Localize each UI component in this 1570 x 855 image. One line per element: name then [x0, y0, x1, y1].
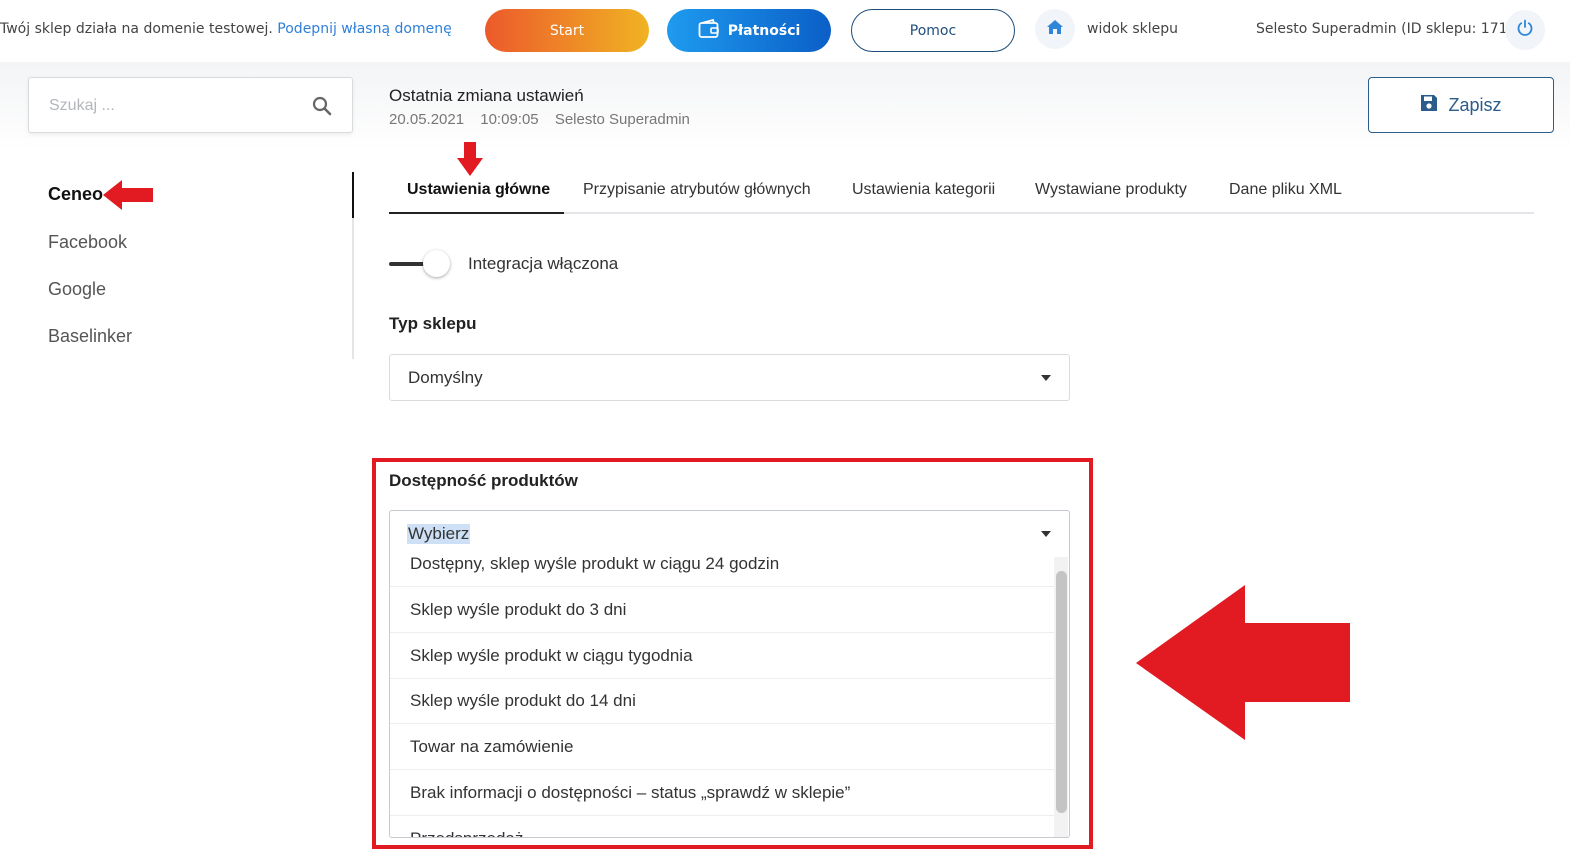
user-label: Selesto Superadmin (ID sklepu: 171): [1256, 21, 1513, 37]
last-change-info: Ostatnia zmiana ustawień 20.05.2021 10:0…: [389, 86, 702, 128]
last-change-user: Selesto Superadmin: [554, 111, 690, 128]
sidebar-active-indicator: [352, 172, 354, 218]
payments-button-label: Płatności: [727, 22, 801, 39]
search-icon[interactable]: [312, 96, 332, 116]
shop-type-select[interactable]: Domyślny: [389, 354, 1070, 401]
tab-category-settings[interactable]: Ustawienia kategorii: [852, 181, 995, 199]
save-button-label: Zapisz: [1448, 94, 1502, 115]
domain-note: Twój sklep działa na domenie testowej. P…: [0, 21, 452, 37]
tab-xml-file-data[interactable]: Dane pliku XML: [1229, 181, 1342, 199]
logout-button[interactable]: [1505, 10, 1545, 50]
toggle-knob: [423, 250, 450, 277]
annotation-arrow-left-large: [1136, 585, 1350, 740]
power-icon: [1516, 19, 1534, 42]
start-button-label: Start: [549, 22, 585, 39]
save-button[interactable]: Zapisz: [1368, 77, 1554, 133]
payments-button[interactable]: Płatności: [667, 9, 831, 52]
help-button-label: Pomoc: [909, 22, 957, 39]
search-input[interactable]: [49, 94, 309, 118]
shop-type-label: Typ sklepu: [389, 314, 477, 333]
annotation-highlight-box: [372, 458, 1093, 849]
sidebar-item-baselinker[interactable]: Baselinker: [48, 326, 132, 347]
last-change-date: 20.05.2021: [389, 111, 465, 128]
active-tab-underline: [389, 212, 564, 214]
caret-down-icon: [1041, 375, 1051, 381]
shop-view-link[interactable]: widok sklepu: [1087, 21, 1178, 37]
wallet-icon: [698, 18, 720, 43]
top-bar: Twój sklep działa na domenie testowej. P…: [0, 0, 1570, 62]
tab-main-settings[interactable]: Ustawienia główne: [407, 181, 550, 199]
last-change-time: 10:09:05: [480, 111, 539, 128]
attach-domain-link[interactable]: Podepnij własną domenę: [277, 21, 451, 37]
last-change-meta: 20.05.2021 10:09:05 Selesto Superadmin: [389, 111, 702, 128]
start-button[interactable]: Start: [485, 9, 649, 52]
annotation-arrow-left-small: [103, 180, 153, 210]
settings-tabs: Ustawienia główne Przypisanie atrybutów …: [389, 170, 1534, 214]
integration-toggle-label: Integracja włączona: [468, 254, 619, 273]
home-button[interactable]: [1035, 9, 1075, 49]
shop-type-value: Domyślny: [408, 368, 483, 387]
help-button[interactable]: Pomoc: [851, 9, 1015, 52]
tab-listed-products[interactable]: Wystawiane produkty: [1035, 181, 1187, 199]
search-box: [28, 77, 353, 133]
tab-attribute-mapping[interactable]: Przypisanie atrybutów głównych: [583, 181, 811, 199]
last-change-title: Ostatnia zmiana ustawień: [389, 86, 584, 105]
home-icon: [1046, 19, 1064, 40]
sidebar-item-facebook[interactable]: Facebook: [48, 232, 127, 253]
sidebar-item-ceneo[interactable]: Ceneo: [48, 184, 103, 205]
sidebar-item-google[interactable]: Google: [48, 279, 106, 300]
annotation-arrow-down-small: [457, 142, 483, 176]
sidebar-nav: Ceneo Facebook Google Baselinker: [0, 172, 354, 359]
floppy-disk-icon: [1420, 94, 1438, 117]
domain-note-text: Twój sklep działa na domenie testowej.: [0, 21, 273, 37]
integration-toggle[interactable]: [389, 250, 451, 278]
